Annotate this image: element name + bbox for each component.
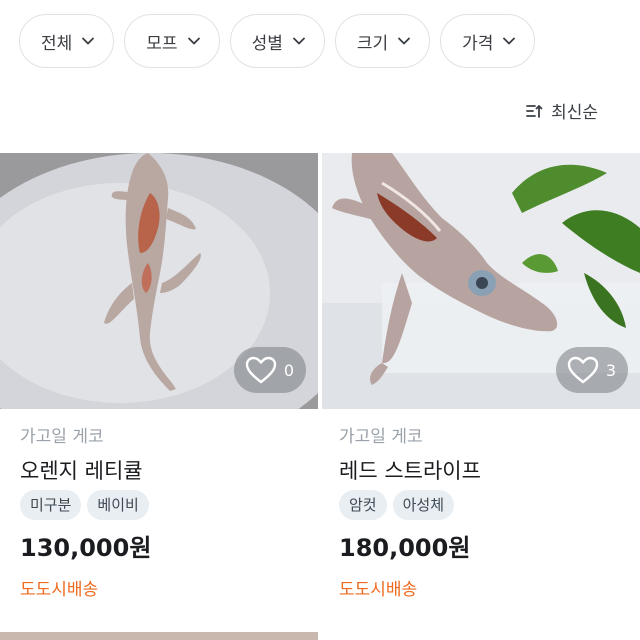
filter-all[interactable]: 전체 xyxy=(19,14,115,68)
chevron-down-icon xyxy=(187,37,200,45)
filter-label: 모프 xyxy=(146,33,178,54)
product-card[interactable]: 3 가고일 게코 레드 스트라이프 암컷 아성체 180,000원 도도시배송 xyxy=(320,153,640,604)
filter-price[interactable]: 가격 xyxy=(440,14,536,68)
product-tags: 미구분 베이비 xyxy=(20,490,320,520)
product-tags: 암컷 아성체 xyxy=(339,490,640,520)
tag-size: 베이비 xyxy=(87,490,149,520)
tag-sex: 미구분 xyxy=(20,490,82,520)
product-category: 가고일 게코 xyxy=(20,427,104,447)
spacer xyxy=(318,632,640,640)
filter-size[interactable]: 크기 xyxy=(334,14,431,68)
product-name[interactable]: 레드 스트라이프 xyxy=(339,455,640,487)
product-price: 180,000원 xyxy=(339,534,471,562)
chevron-down-icon xyxy=(292,37,305,45)
like-count: 3 xyxy=(605,360,616,380)
next-product-image xyxy=(0,632,318,640)
product-info: 가고일 게코 오렌지 레티큘 미구분 베이비 130,000원 도도시배송 xyxy=(0,409,320,604)
product-category: 가고일 게코 xyxy=(339,427,423,447)
heart-icon xyxy=(567,356,599,384)
product-name[interactable]: 오렌지 레티큘 xyxy=(20,455,320,487)
product-image[interactable]: 0 xyxy=(0,153,318,409)
filter-label: 성별 xyxy=(251,33,283,54)
product-image[interactable]: 3 xyxy=(322,153,640,409)
product-price: 130,000원 xyxy=(20,534,152,562)
tag-sex: 암컷 xyxy=(339,490,387,520)
chevron-down-icon xyxy=(398,37,411,45)
chevron-down-icon xyxy=(503,37,516,45)
filter-label: 크기 xyxy=(356,33,389,54)
filter-sex[interactable]: 성별 xyxy=(229,14,325,68)
next-row-peek xyxy=(0,632,640,640)
filter-label: 전체 xyxy=(41,33,73,54)
like-button[interactable]: 0 xyxy=(233,347,306,393)
sort-button[interactable]: 최신순 xyxy=(525,98,598,123)
heart-icon xyxy=(245,356,277,384)
tag-size: 아성체 xyxy=(392,490,455,520)
sort-label: 최신순 xyxy=(551,103,598,123)
sort-icon xyxy=(526,104,543,118)
shipping-label: 도도시배송 xyxy=(339,580,418,600)
shipping-label: 도도시배송 xyxy=(20,580,99,600)
like-count: 0 xyxy=(283,360,294,380)
product-grid: 0 가고일 게코 오렌지 레티큘 미구분 베이비 130,000원 도도시배송 xyxy=(0,153,640,604)
product-info: 가고일 게코 레드 스트라이프 암컷 아성체 180,000원 도도시배송 xyxy=(320,409,640,604)
product-card[interactable]: 0 가고일 게코 오렌지 레티큘 미구분 베이비 130,000원 도도시배송 xyxy=(0,153,320,604)
like-button[interactable]: 3 xyxy=(555,347,628,393)
filter-bar: 전체 모프 성별 크기 가격 xyxy=(19,14,536,68)
filter-label: 가격 xyxy=(462,33,494,54)
filter-morph[interactable]: 모프 xyxy=(124,14,220,68)
chevron-down-icon xyxy=(82,37,95,45)
